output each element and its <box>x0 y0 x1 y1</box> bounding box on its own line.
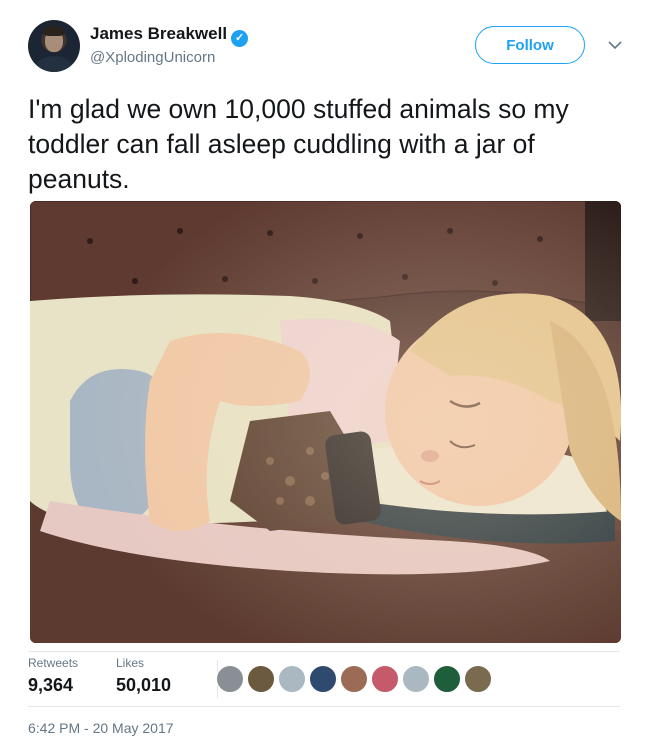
liker-avatar-2[interactable] <box>247 665 275 693</box>
likes-count: 50,010 <box>116 675 172 695</box>
author-name-text[interactable]: James Breakwell <box>90 24 227 43</box>
liker-avatar-7[interactable] <box>402 665 430 693</box>
likes-stat[interactable]: Likes 50,010 <box>116 656 171 696</box>
liker-avatar-3[interactable] <box>278 665 306 693</box>
liker-avatar-1[interactable] <box>216 665 244 693</box>
retweets-count: 9,364 <box>28 675 74 695</box>
liker-avatar-6[interactable] <box>371 665 399 693</box>
chevron-down-icon[interactable] <box>604 34 626 56</box>
liker-avatar-9[interactable] <box>464 665 492 693</box>
tweet-photo[interactable] <box>30 201 621 643</box>
stats-divider-bottom <box>28 706 620 707</box>
liker-avatar-8[interactable] <box>433 665 461 693</box>
avatar[interactable] <box>28 20 80 72</box>
tweet-timestamp[interactable]: 6:42 PM - 20 May 2017 <box>28 720 174 736</box>
liker-avatar-4[interactable] <box>309 665 337 693</box>
tweet-header: James Breakwell ✓ @XplodingUnicorn Follow <box>28 20 630 76</box>
follow-button[interactable]: Follow <box>475 26 585 64</box>
tweet-text: I'm glad we own 10,000 stuffed animals s… <box>28 94 569 194</box>
verified-badge-icon: ✓ <box>231 30 249 47</box>
author-name[interactable]: James Breakwell ✓ <box>90 24 249 47</box>
author-handle[interactable]: @XplodingUnicorn <box>90 49 215 66</box>
retweets-stat[interactable]: Retweets 9,364 <box>28 656 78 696</box>
liker-avatar-5[interactable] <box>340 665 368 693</box>
photo-illustration <box>30 201 621 643</box>
retweets-label: Retweets <box>28 656 79 670</box>
stats-divider-top <box>28 651 620 652</box>
likes-label: Likes <box>116 656 145 670</box>
